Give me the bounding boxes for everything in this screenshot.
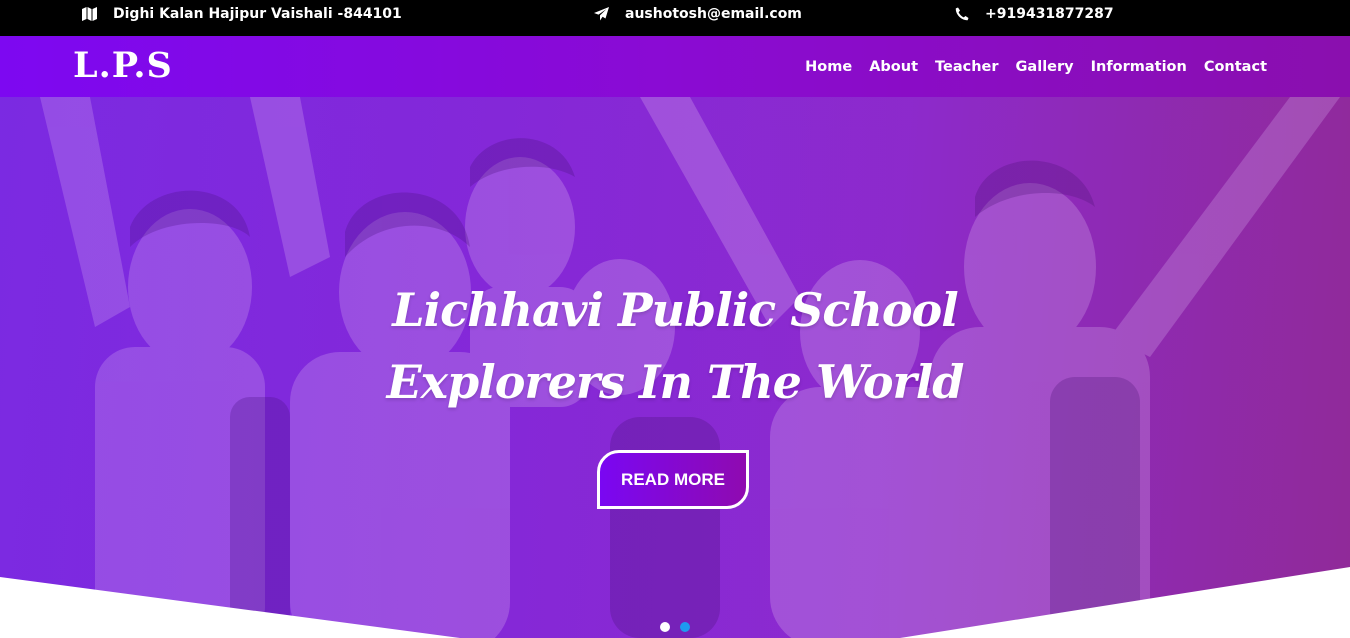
nav-link-home[interactable]: Home <box>805 59 852 75</box>
top-info-bar: Dighi Kalan Hajipur Vaishali -844101 aus… <box>0 0 1350 36</box>
paper-plane-icon <box>594 7 625 21</box>
nav-link-information[interactable]: Information <box>1091 59 1187 75</box>
nav-link-gallery[interactable]: Gallery <box>1016 59 1074 75</box>
site-logo[interactable]: L.P.S <box>73 46 173 86</box>
nav-link-teacher[interactable]: Teacher <box>935 59 999 75</box>
hero-slider: Lichhavi Public School Explorers In The … <box>0 97 1350 638</box>
phone-icon <box>955 7 985 21</box>
slider-dot-2[interactable] <box>680 622 690 632</box>
email-text[interactable]: aushotosh@email.com <box>625 6 802 22</box>
phone-info[interactable]: +919431877287 <box>955 0 1114 28</box>
map-icon <box>82 7 113 21</box>
read-more-button[interactable]: READ MORE <box>597 450 749 509</box>
phone-text[interactable]: +919431877287 <box>985 6 1114 22</box>
hero-heading: Lichhavi Public School Explorers In The … <box>0 274 1350 418</box>
hero-heading-line-1: Lichhavi Public School <box>392 283 958 337</box>
email-info[interactable]: aushotosh@email.com <box>594 0 802 28</box>
address-info: Dighi Kalan Hajipur Vaishali -844101 <box>82 0 402 28</box>
slider-dots <box>660 622 690 632</box>
hero-heading-line-2: Explorers In The World <box>386 355 965 409</box>
address-text: Dighi Kalan Hajipur Vaishali -844101 <box>113 6 402 22</box>
nav-menu: Home About Teacher Gallery Information C… <box>788 36 1267 97</box>
nav-link-contact[interactable]: Contact <box>1204 59 1267 75</box>
main-navbar: L.P.S Home About Teacher Gallery Informa… <box>0 36 1350 97</box>
nav-link-about[interactable]: About <box>869 59 918 75</box>
slider-dot-1[interactable] <box>660 622 670 632</box>
